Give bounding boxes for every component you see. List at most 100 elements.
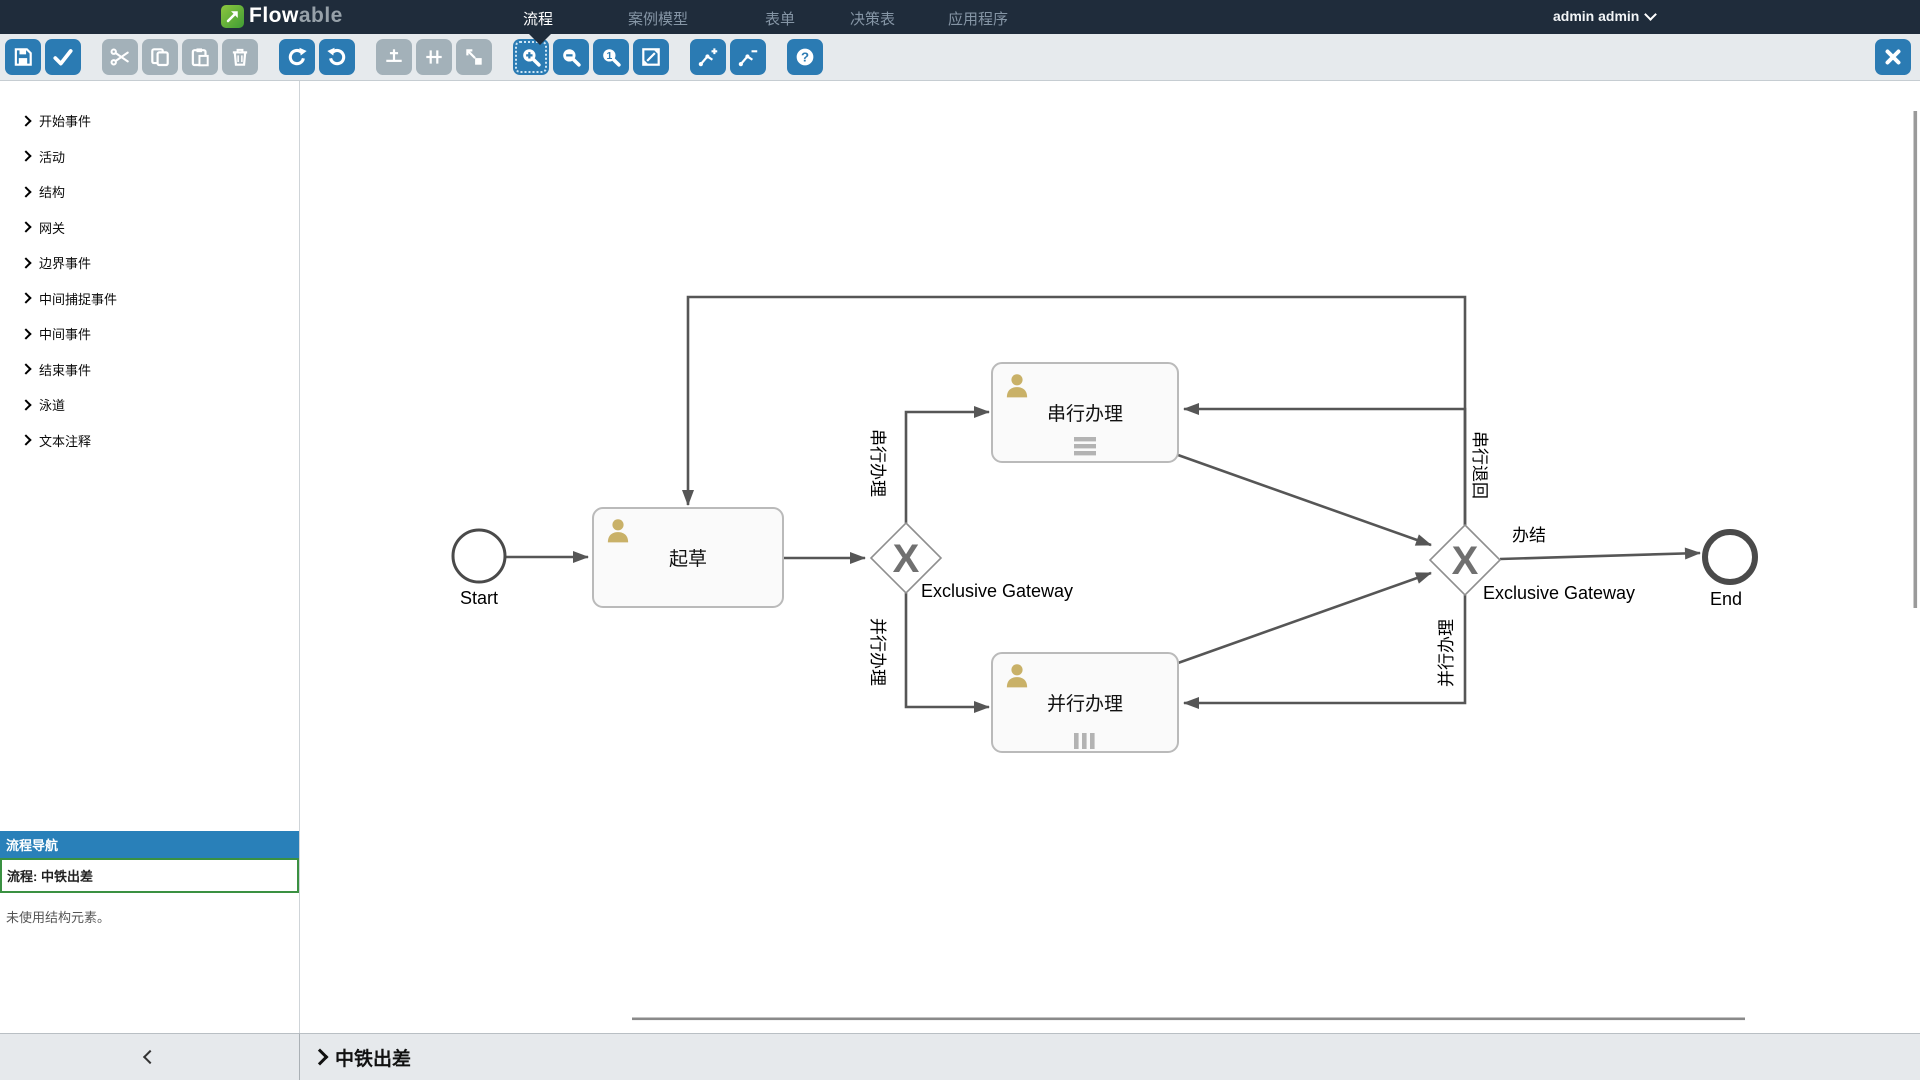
undo-icon	[326, 46, 348, 68]
palette-group-end-events[interactable]: 结束事件	[0, 352, 299, 388]
palette-group-label: 结束事件	[39, 360, 91, 379]
user-task-draft[interactable]: 起草	[593, 508, 783, 607]
flowable-logo-icon	[221, 5, 244, 28]
tab-decision-tables[interactable]: 决策表	[850, 8, 895, 29]
tab-case-models[interactable]: 案例模型	[628, 8, 688, 29]
chevron-right-icon	[20, 151, 31, 162]
svg-text:1: 1	[606, 51, 612, 62]
navigator-header: 流程导航	[0, 831, 299, 858]
arrow-up-right-icon	[225, 9, 240, 24]
flow-parallel-task-to-gateway2[interactable]	[1178, 573, 1431, 663]
brand-text-able: able	[299, 4, 343, 28]
align-horizontal-button[interactable]	[416, 39, 452, 75]
user-task-parallel[interactable]: 并行办理	[992, 653, 1178, 752]
flowable-logo[interactable]: Flowable	[221, 4, 343, 28]
align-vertical-button[interactable]	[376, 39, 412, 75]
flow-label-complete: 办结	[1512, 526, 1546, 545]
zoom-fit-icon	[640, 46, 662, 68]
toolbar-separator	[85, 39, 98, 75]
user-menu[interactable]: admin admin	[1553, 8, 1655, 24]
navigator-selected-process[interactable]: 流程: 中铁出差	[0, 858, 299, 893]
palette-group-text-annotation[interactable]: 文本注释	[0, 423, 299, 459]
flow-label-parallel: 并行办理	[868, 618, 887, 686]
shape-palette: 开始事件 活动 结构 网关 边界事件 中间捕捉事件 中间事件 结束事件 泳道 文…	[0, 81, 300, 1033]
paste-button[interactable]	[182, 39, 218, 75]
end-event[interactable]	[1705, 532, 1755, 582]
palette-group-label: 活动	[39, 147, 65, 166]
active-tab-notch	[529, 34, 551, 45]
task-label: 起草	[669, 548, 707, 570]
same-size-button[interactable]	[456, 39, 492, 75]
brand-text-flow: Flow	[249, 4, 299, 28]
cut-button[interactable]	[102, 39, 138, 75]
end-event-label: End	[1710, 589, 1742, 609]
palette-group-label: 结构	[39, 182, 65, 201]
chevron-right-icon	[20, 328, 31, 339]
tab-apps[interactable]: 应用程序	[948, 8, 1008, 29]
add-bendpoint-icon	[697, 46, 719, 68]
trash-icon	[229, 46, 251, 68]
process-name: 中铁出差	[335, 1044, 411, 1071]
undo-button[interactable]	[319, 39, 355, 75]
tab-processes[interactable]: 流程	[523, 8, 553, 29]
check-icon	[52, 46, 74, 68]
zoom-out-button[interactable]	[553, 39, 589, 75]
zoom-fit-button[interactable]	[633, 39, 669, 75]
tab-forms[interactable]: 表单	[765, 8, 795, 29]
chevron-right-icon	[20, 257, 31, 268]
exclusive-gateway-1[interactable]: X Exclusive Gateway	[871, 523, 1073, 601]
chevron-right-icon	[312, 1049, 329, 1066]
chevron-right-icon	[20, 399, 31, 410]
validate-button[interactable]	[45, 39, 81, 75]
add-bendpoint-button[interactable]	[690, 39, 726, 75]
user-task-serial[interactable]: 串行办理	[992, 363, 1178, 462]
save-button[interactable]	[5, 39, 41, 75]
zoom-out-icon	[560, 46, 582, 68]
palette-group-intermediate-events[interactable]: 中间事件	[0, 316, 299, 352]
collapse-palette-button[interactable]	[0, 1033, 300, 1080]
flow-serial-task-to-gateway2[interactable]	[1178, 455, 1431, 545]
toolbar-separator	[673, 39, 686, 75]
chevron-right-icon	[20, 186, 31, 197]
palette-group-label: 中间事件	[39, 324, 91, 343]
copy-icon	[149, 46, 171, 68]
palette-group-start-events[interactable]: 开始事件	[0, 103, 299, 139]
svg-text:?: ?	[801, 50, 809, 65]
palette-group-gateways[interactable]: 网关	[0, 210, 299, 246]
close-icon	[1882, 46, 1904, 68]
flow-gateway1-to-serial-task[interactable]	[906, 412, 989, 523]
palette-group-label: 中间捕捉事件	[39, 289, 117, 308]
flow-gateway2-to-end[interactable]	[1500, 553, 1700, 559]
save-icon	[12, 46, 34, 68]
chevron-right-icon	[20, 293, 31, 304]
task-label: 并行办理	[1047, 693, 1123, 715]
palette-group-intermediate-catching-events[interactable]: 中间捕捉事件	[0, 281, 299, 317]
redo-button[interactable]	[279, 39, 315, 75]
palette-group-label: 文本注释	[39, 431, 91, 450]
bpmn-canvas[interactable]: 串行办理 并行办理 串行退回 并行办理 办结 Start 起草 X Exclus…	[300, 81, 1920, 1033]
help-button[interactable]: ?	[787, 39, 823, 75]
horizontal-scrollbar[interactable]	[632, 1018, 1745, 1021]
palette-group-label: 边界事件	[39, 253, 91, 272]
palette-group-activities[interactable]: 活动	[0, 139, 299, 175]
paste-icon	[189, 46, 211, 68]
palette-group-boundary-events[interactable]: 边界事件	[0, 245, 299, 281]
start-event[interactable]	[453, 530, 505, 582]
toolbar-separator	[359, 39, 372, 75]
copy-button[interactable]	[142, 39, 178, 75]
toolbar-separator	[262, 39, 275, 75]
palette-group-label: 开始事件	[39, 111, 91, 130]
remove-bendpoint-icon	[737, 46, 759, 68]
parallel-multi-instance-icon	[1074, 733, 1095, 749]
process-navigator-panel: 流程导航 流程: 中铁出差 未使用结构元素。	[0, 831, 299, 940]
palette-group-structure[interactable]: 结构	[0, 174, 299, 210]
vertical-scrollbar[interactable]	[1914, 111, 1918, 608]
palette-group-swimlanes[interactable]: 泳道	[0, 387, 299, 423]
close-editor-button[interactable]	[1875, 39, 1911, 75]
redo-icon	[286, 46, 308, 68]
flow-label-parallel-return: 并行办理	[1437, 619, 1456, 687]
remove-bendpoint-button[interactable]	[730, 39, 766, 75]
zoom-actual-button[interactable]: 1	[593, 39, 629, 75]
delete-button[interactable]	[222, 39, 258, 75]
flow-gateway1-to-parallel-task[interactable]	[906, 593, 989, 707]
